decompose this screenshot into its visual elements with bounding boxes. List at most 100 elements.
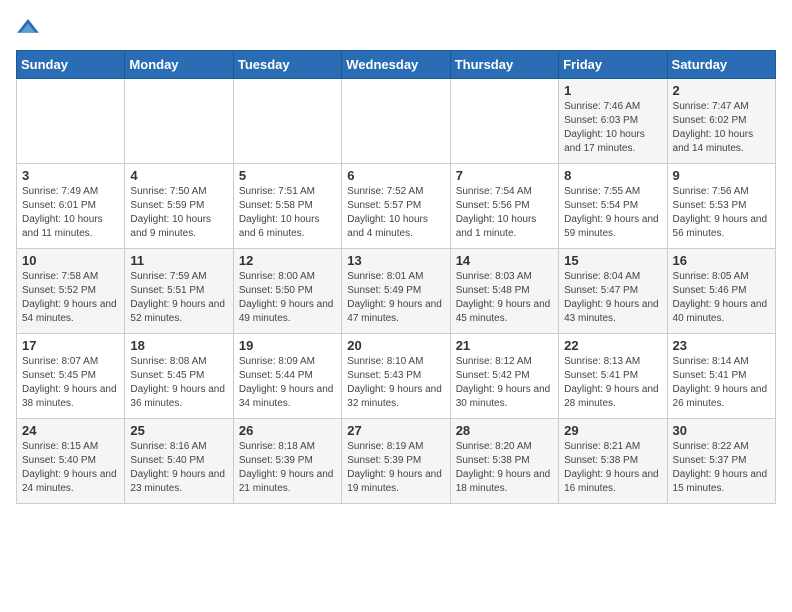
day-number: 19 (239, 338, 336, 353)
week-row-2: 3 Sunrise: 7:49 AM Sunset: 6:01 PM Daylig… (17, 164, 776, 249)
day-number: 25 (130, 423, 227, 438)
calendar-cell: 13 Sunrise: 8:01 AM Sunset: 5:49 PM Dayli… (342, 249, 450, 334)
calendar-cell (450, 79, 558, 164)
calendar-cell: 2 Sunrise: 7:47 AM Sunset: 6:02 PM Daylig… (667, 79, 775, 164)
day-info: Sunrise: 8:20 AM Sunset: 5:38 PM Dayligh… (456, 440, 553, 496)
day-info: Sunrise: 7:58 AM Sunset: 5:52 PM Dayligh… (22, 270, 119, 326)
day-number: 11 (130, 253, 227, 268)
day-number: 8 (564, 168, 661, 183)
day-number: 17 (22, 338, 119, 353)
calendar-cell: 17Sunrise: 8:07 AM Sunset: 5:45 PM Dayli… (17, 334, 125, 419)
calendar-cell: 5 Sunrise: 7:51 AM Sunset: 5:58 PM Daylig… (233, 164, 341, 249)
day-info: Sunrise: 8:03 AM Sunset: 5:48 PM Dayligh… (456, 270, 553, 326)
calendar-cell (17, 79, 125, 164)
day-info: Sunrise: 8:04 AM Sunset: 5:47 PM Dayligh… (564, 270, 661, 326)
calendar-cell: 11 Sunrise: 7:59 AM Sunset: 5:51 PM Dayli… (125, 249, 233, 334)
calendar-cell: 14 Sunrise: 8:03 AM Sunset: 5:48 PM Dayli… (450, 249, 558, 334)
day-info: Sunrise: 8:10 AM Sunset: 5:43 PM Dayligh… (347, 355, 444, 411)
header-sunday: Sunday (17, 51, 125, 79)
page-header (16, 16, 776, 40)
calendar-cell: 9 Sunrise: 7:56 AM Sunset: 5:53 PM Daylig… (667, 164, 775, 249)
day-number: 6 (347, 168, 444, 183)
header-wednesday: Wednesday (342, 51, 450, 79)
day-number: 27 (347, 423, 444, 438)
day-info: Sunrise: 7:55 AM Sunset: 5:54 PM Dayligh… (564, 185, 661, 241)
day-info: Sunrise: 7:56 AM Sunset: 5:53 PM Dayligh… (673, 185, 770, 241)
logo (16, 16, 44, 40)
day-info: Sunrise: 7:54 AM Sunset: 5:56 PM Dayligh… (456, 185, 553, 241)
day-number: 10 (22, 253, 119, 268)
calendar-cell: 27Sunrise: 8:19 AM Sunset: 5:39 PM Dayli… (342, 419, 450, 504)
day-number: 3 (22, 168, 119, 183)
calendar-cell: 4 Sunrise: 7:50 AM Sunset: 5:59 PM Daylig… (125, 164, 233, 249)
calendar-cell: 30 Sunrise: 8:22 AM Sunset: 5:37 PM Dayli… (667, 419, 775, 504)
day-number: 26 (239, 423, 336, 438)
day-number: 12 (239, 253, 336, 268)
day-info: Sunrise: 7:52 AM Sunset: 5:57 PM Dayligh… (347, 185, 444, 241)
day-number: 16 (673, 253, 770, 268)
day-info: Sunrise: 7:49 AM Sunset: 6:01 PM Dayligh… (22, 185, 119, 241)
calendar-cell: 22 Sunrise: 8:13 AM Sunset: 5:41 PM Dayli… (559, 334, 667, 419)
week-row-4: 17Sunrise: 8:07 AM Sunset: 5:45 PM Dayli… (17, 334, 776, 419)
calendar-cell: 8 Sunrise: 7:55 AM Sunset: 5:54 PM Daylig… (559, 164, 667, 249)
day-info: Sunrise: 8:00 AM Sunset: 5:50 PM Dayligh… (239, 270, 336, 326)
day-number: 22 (564, 338, 661, 353)
calendar-cell: 15 Sunrise: 8:04 AM Sunset: 5:47 PM Dayli… (559, 249, 667, 334)
week-row-5: 24Sunrise: 8:15 AM Sunset: 5:40 PM Dayli… (17, 419, 776, 504)
calendar-cell (233, 79, 341, 164)
day-info: Sunrise: 8:01 AM Sunset: 5:49 PM Dayligh… (347, 270, 444, 326)
week-row-1: 1 Sunrise: 7:46 AM Sunset: 6:03 PM Daylig… (17, 79, 776, 164)
day-number: 30 (673, 423, 770, 438)
day-number: 4 (130, 168, 227, 183)
day-info: Sunrise: 7:50 AM Sunset: 5:59 PM Dayligh… (130, 185, 227, 241)
header-tuesday: Tuesday (233, 51, 341, 79)
logo-icon (16, 16, 40, 40)
calendar-cell: 6 Sunrise: 7:52 AM Sunset: 5:57 PM Daylig… (342, 164, 450, 249)
calendar-cell: 3 Sunrise: 7:49 AM Sunset: 6:01 PM Daylig… (17, 164, 125, 249)
day-number: 18 (130, 338, 227, 353)
day-number: 14 (456, 253, 553, 268)
header-thursday: Thursday (450, 51, 558, 79)
day-info: Sunrise: 7:59 AM Sunset: 5:51 PM Dayligh… (130, 270, 227, 326)
header-row: SundayMondayTuesdayWednesdayThursdayFrid… (17, 51, 776, 79)
day-info: Sunrise: 8:09 AM Sunset: 5:44 PM Dayligh… (239, 355, 336, 411)
calendar-cell: 29Sunrise: 8:21 AM Sunset: 5:38 PM Dayli… (559, 419, 667, 504)
day-number: 2 (673, 83, 770, 98)
calendar-cell: 10 Sunrise: 7:58 AM Sunset: 5:52 PM Dayli… (17, 249, 125, 334)
day-number: 5 (239, 168, 336, 183)
calendar-cell: 23 Sunrise: 8:14 AM Sunset: 5:41 PM Dayli… (667, 334, 775, 419)
day-info: Sunrise: 8:05 AM Sunset: 5:46 PM Dayligh… (673, 270, 770, 326)
calendar-cell (342, 79, 450, 164)
calendar-cell: 24Sunrise: 8:15 AM Sunset: 5:40 PM Dayli… (17, 419, 125, 504)
day-info: Sunrise: 8:22 AM Sunset: 5:37 PM Dayligh… (673, 440, 770, 496)
day-number: 29 (564, 423, 661, 438)
day-number: 13 (347, 253, 444, 268)
calendar-table: SundayMondayTuesdayWednesdayThursdayFrid… (16, 50, 776, 504)
day-number: 1 (564, 83, 661, 98)
calendar-cell: 19 Sunrise: 8:09 AM Sunset: 5:44 PM Dayli… (233, 334, 341, 419)
calendar-cell: 12 Sunrise: 8:00 AM Sunset: 5:50 PM Dayli… (233, 249, 341, 334)
calendar-cell: 25 Sunrise: 8:16 AM Sunset: 5:40 PM Dayli… (125, 419, 233, 504)
calendar-cell: 18 Sunrise: 8:08 AM Sunset: 5:45 PM Dayli… (125, 334, 233, 419)
header-saturday: Saturday (667, 51, 775, 79)
day-info: Sunrise: 8:18 AM Sunset: 5:39 PM Dayligh… (239, 440, 336, 496)
day-info: Sunrise: 8:13 AM Sunset: 5:41 PM Dayligh… (564, 355, 661, 411)
day-info: Sunrise: 8:15 AM Sunset: 5:40 PM Dayligh… (22, 440, 119, 496)
header-monday: Monday (125, 51, 233, 79)
week-row-3: 10 Sunrise: 7:58 AM Sunset: 5:52 PM Dayli… (17, 249, 776, 334)
day-number: 15 (564, 253, 661, 268)
calendar-cell: 7Sunrise: 7:54 AM Sunset: 5:56 PM Daylig… (450, 164, 558, 249)
day-info: Sunrise: 7:51 AM Sunset: 5:58 PM Dayligh… (239, 185, 336, 241)
day-number: 9 (673, 168, 770, 183)
day-number: 23 (673, 338, 770, 353)
calendar-cell: 28Sunrise: 8:20 AM Sunset: 5:38 PM Dayli… (450, 419, 558, 504)
day-info: Sunrise: 8:08 AM Sunset: 5:45 PM Dayligh… (130, 355, 227, 411)
calendar-cell: 26 Sunrise: 8:18 AM Sunset: 5:39 PM Dayli… (233, 419, 341, 504)
day-number: 20 (347, 338, 444, 353)
day-info: Sunrise: 8:14 AM Sunset: 5:41 PM Dayligh… (673, 355, 770, 411)
day-info: Sunrise: 7:46 AM Sunset: 6:03 PM Dayligh… (564, 100, 661, 156)
calendar-cell: 21Sunrise: 8:12 AM Sunset: 5:42 PM Dayli… (450, 334, 558, 419)
day-info: Sunrise: 8:16 AM Sunset: 5:40 PM Dayligh… (130, 440, 227, 496)
day-info: Sunrise: 7:47 AM Sunset: 6:02 PM Dayligh… (673, 100, 770, 156)
header-friday: Friday (559, 51, 667, 79)
